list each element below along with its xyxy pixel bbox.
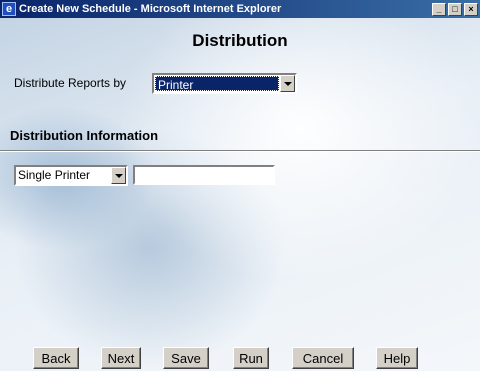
distribute-by-label: Distribute Reports by [14, 76, 127, 90]
distribute-by-select[interactable]: Printer [152, 73, 297, 94]
printer-mode-select[interactable]: Single Printer [14, 165, 128, 186]
printer-mode-value: Single Printer [18, 168, 91, 182]
distribute-by-value: Printer [155, 76, 279, 91]
run-button[interactable]: Run [233, 347, 269, 369]
help-button[interactable]: Help [376, 347, 418, 369]
back-button[interactable]: Back [33, 347, 79, 369]
section-title: Distribution Information [10, 128, 159, 143]
ie-icon[interactable]: e [2, 2, 16, 16]
save-button[interactable]: Save [163, 347, 209, 369]
title-bar: e Create New Schedule - Microsoft Intern… [0, 0, 480, 18]
minimize-icon[interactable]: _ [432, 2, 446, 16]
close-icon[interactable]: × [464, 2, 478, 16]
window-controls: _ □ × [430, 2, 478, 16]
page-title: Distribution [192, 31, 288, 50]
page-content: Distribution Distribute Reports by Print… [0, 18, 480, 371]
divider [0, 150, 480, 152]
chevron-down-icon[interactable] [111, 167, 126, 184]
chevron-down-icon[interactable] [280, 75, 295, 92]
printer-name-input[interactable] [133, 165, 275, 185]
next-button[interactable]: Next [101, 347, 141, 369]
maximize-icon[interactable]: □ [448, 2, 462, 16]
cancel-button[interactable]: Cancel [292, 347, 354, 369]
window-title: Create New Schedule - Microsoft Internet… [19, 3, 282, 15]
